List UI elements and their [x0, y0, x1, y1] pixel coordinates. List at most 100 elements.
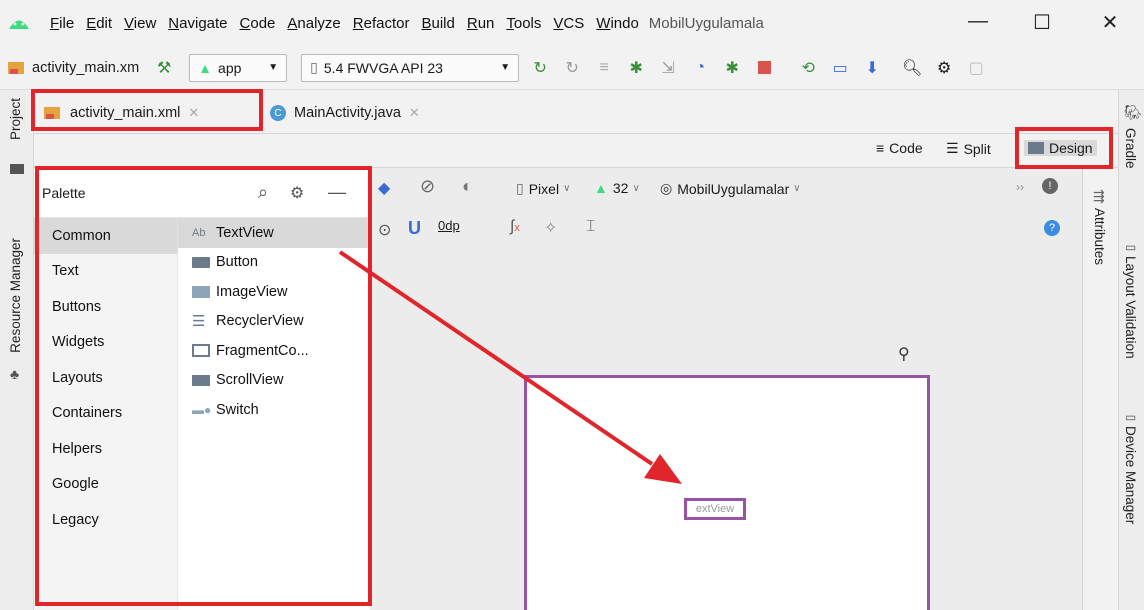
device-selector[interactable]: ▯ 5.4 FWVGA API 23 ▼	[301, 53, 520, 82]
device-manager-tool-tab[interactable]: Device Manager	[1123, 426, 1138, 524]
menu-refactor[interactable]: Refactor	[353, 15, 410, 32]
palette-category-containers[interactable]: Containers	[34, 396, 177, 432]
menu-edit[interactable]: Edit	[86, 15, 112, 32]
attach-process-icon[interactable]: ✱	[721, 57, 743, 79]
palette-category-google[interactable]: Google	[34, 467, 177, 503]
switch-icon: ▬●	[192, 402, 212, 417]
editor-tab-bar: activity_main.xml ✕ C MainActivity.java …	[34, 90, 1118, 134]
theme-label: MobilUygulamalar	[677, 180, 790, 197]
palette-item-label: ScrollView	[216, 372, 284, 389]
menu-run[interactable]: Run	[467, 15, 495, 32]
palette-item-imageview[interactable]: ImageView	[178, 277, 370, 307]
palette-item-button[interactable]: Button	[178, 248, 370, 278]
stop-icon[interactable]	[753, 57, 775, 79]
code-lines-icon: ≡	[876, 140, 885, 156]
palette-category-helpers[interactable]: Helpers	[34, 431, 177, 467]
menu-build[interactable]: Build	[421, 15, 454, 32]
palette-category-common[interactable]: Common	[34, 218, 177, 254]
palette-category-buttons[interactable]: Buttons	[34, 289, 177, 325]
design-blueprint-toggle[interactable]: ◆	[378, 178, 390, 198]
settings-gear-icon[interactable]: ⚙	[933, 57, 955, 79]
menu-vcs[interactable]: VCS	[553, 15, 584, 32]
canvas-textview[interactable]: extView	[684, 498, 746, 520]
menu-code[interactable]: Code	[240, 15, 276, 32]
device-manager-icon[interactable]: ▭	[829, 57, 851, 79]
module-selector[interactable]: ▲ app ▼	[189, 53, 288, 82]
tab-label: activity_main.xml	[70, 105, 181, 121]
gradle-tool-tab[interactable]: Gradle	[1123, 128, 1138, 169]
menu-view[interactable]: View	[124, 15, 156, 32]
palette-item-recyclerview[interactable]: ☰ RecyclerView	[178, 307, 370, 337]
design-view-button[interactable]: Design	[1024, 140, 1097, 156]
pin-icon: ⚲	[898, 346, 910, 363]
maximize-button[interactable]: ☐	[1030, 10, 1054, 35]
theme-selector[interactable]: ◎ MobilUygulamalar ∨	[660, 180, 801, 197]
search-icon[interactable]: 🔍︎	[901, 57, 923, 79]
help-button[interactable]: ?	[1044, 220, 1060, 236]
android-studio-logo-icon	[0, 14, 38, 33]
magic-wand-icon: ✧	[544, 220, 558, 237]
split-view-button[interactable]: ☰ Split	[946, 140, 991, 157]
menu-navigate[interactable]: Navigate	[168, 15, 227, 32]
warnings-button[interactable]: !	[1042, 178, 1058, 194]
menu-analyze[interactable]: Analyze	[287, 15, 340, 32]
minimize-panel-icon[interactable]: —	[328, 182, 346, 203]
breadcrumb-file[interactable]: activity_main.xm	[8, 60, 139, 76]
tab-close-icon[interactable]: ✕	[188, 105, 199, 121]
minimize-button[interactable]: —	[966, 10, 990, 33]
debug-icon[interactable]: ✱	[625, 57, 647, 79]
code-view-button[interactable]: ≡ Code	[876, 140, 923, 156]
apply-code-changes-icon[interactable]: ↻	[561, 57, 583, 79]
palette-category-layouts[interactable]: Layouts	[34, 360, 177, 396]
chevron-down-icon: ▼	[500, 62, 511, 73]
palette-item-fragmentcontainer[interactable]: FragmentCo...	[178, 336, 370, 366]
device-preview-label: Pixel	[528, 180, 560, 197]
profile-icon[interactable]: ◔	[689, 57, 711, 79]
infer-constraints-button[interactable]: ✧	[544, 218, 557, 238]
close-window-button[interactable]: ✕	[1098, 10, 1122, 35]
main-toolbar: activity_main.xm ⚒ ▲ app ▼ ▯ 5.4 FWVGA A…	[0, 46, 1144, 90]
orientation-button[interactable]: ⊘	[420, 176, 435, 197]
hammer-icon[interactable]: ⚒	[153, 57, 175, 79]
clear-constraints-button[interactable]: ∫x	[510, 218, 520, 236]
default-margins-button[interactable]: 0dp	[438, 218, 460, 233]
attributes-tool-tab[interactable]: Attributes	[1092, 208, 1107, 265]
gear-icon[interactable]: ⚙	[290, 183, 304, 203]
palette-category-text[interactable]: Text	[34, 254, 177, 290]
menu-window[interactable]: Windo	[596, 15, 639, 32]
design-view-label: Design	[1049, 140, 1093, 156]
view-options-button[interactable]: ⊙	[378, 220, 391, 240]
device-preview-canvas[interactable]	[524, 375, 930, 610]
tab-close-icon[interactable]: ✕	[409, 105, 420, 121]
menu-tools[interactable]: Tools	[506, 15, 541, 32]
layout-validation-tool-tab[interactable]: Layout Validation	[1123, 256, 1138, 359]
guidelines-button[interactable]: ⌶	[586, 218, 596, 236]
device-manager-side-icon: ▭	[1125, 410, 1137, 424]
more-actions-button[interactable]: ››	[1016, 180, 1024, 194]
device-icon: ▯	[516, 180, 524, 196]
tab-activity-main-xml[interactable]: activity_main.xml ✕	[44, 100, 199, 126]
search-icon[interactable]: ⌕	[258, 182, 268, 203]
tab-main-activity-java[interactable]: C MainActivity.java ✕	[270, 100, 420, 126]
menu-file[interactable]: File	[50, 15, 74, 32]
help-icon: ?	[1044, 220, 1060, 236]
project-tool-tab[interactable]: Project	[8, 98, 23, 140]
profile-avatar-icon[interactable]: ▢	[965, 57, 987, 79]
device-preview-selector[interactable]: ▯ Pixel ∨	[516, 180, 570, 197]
autoconnect-toggle[interactable]: U	[408, 218, 421, 239]
palette-category-legacy[interactable]: Legacy	[34, 502, 177, 538]
night-mode-button[interactable]: ◐	[462, 176, 473, 197]
palette-item-switch[interactable]: ▬● Switch	[178, 395, 370, 425]
sdk-manager-icon[interactable]: ⬇	[861, 57, 883, 79]
attach-debugger-icon[interactable]: ⇲	[657, 57, 679, 79]
sync-gradle-icon[interactable]: ⟲	[797, 57, 819, 79]
palette-category-widgets[interactable]: Widgets	[34, 325, 177, 361]
palette-item-textview[interactable]: Ab TextView	[178, 218, 370, 248]
apply-changes-icon[interactable]: ↻	[529, 57, 551, 79]
palette-item-scrollview[interactable]: ScrollView	[178, 366, 370, 396]
api-level-selector[interactable]: ▲ 32 ∨	[594, 180, 640, 196]
device-icon: ▯	[310, 59, 318, 75]
run-tests-icon[interactable]: ≡	[593, 57, 615, 79]
resource-manager-tool-tab[interactable]: Resource Manager	[8, 238, 23, 353]
eye-icon: ⊙	[378, 222, 392, 239]
